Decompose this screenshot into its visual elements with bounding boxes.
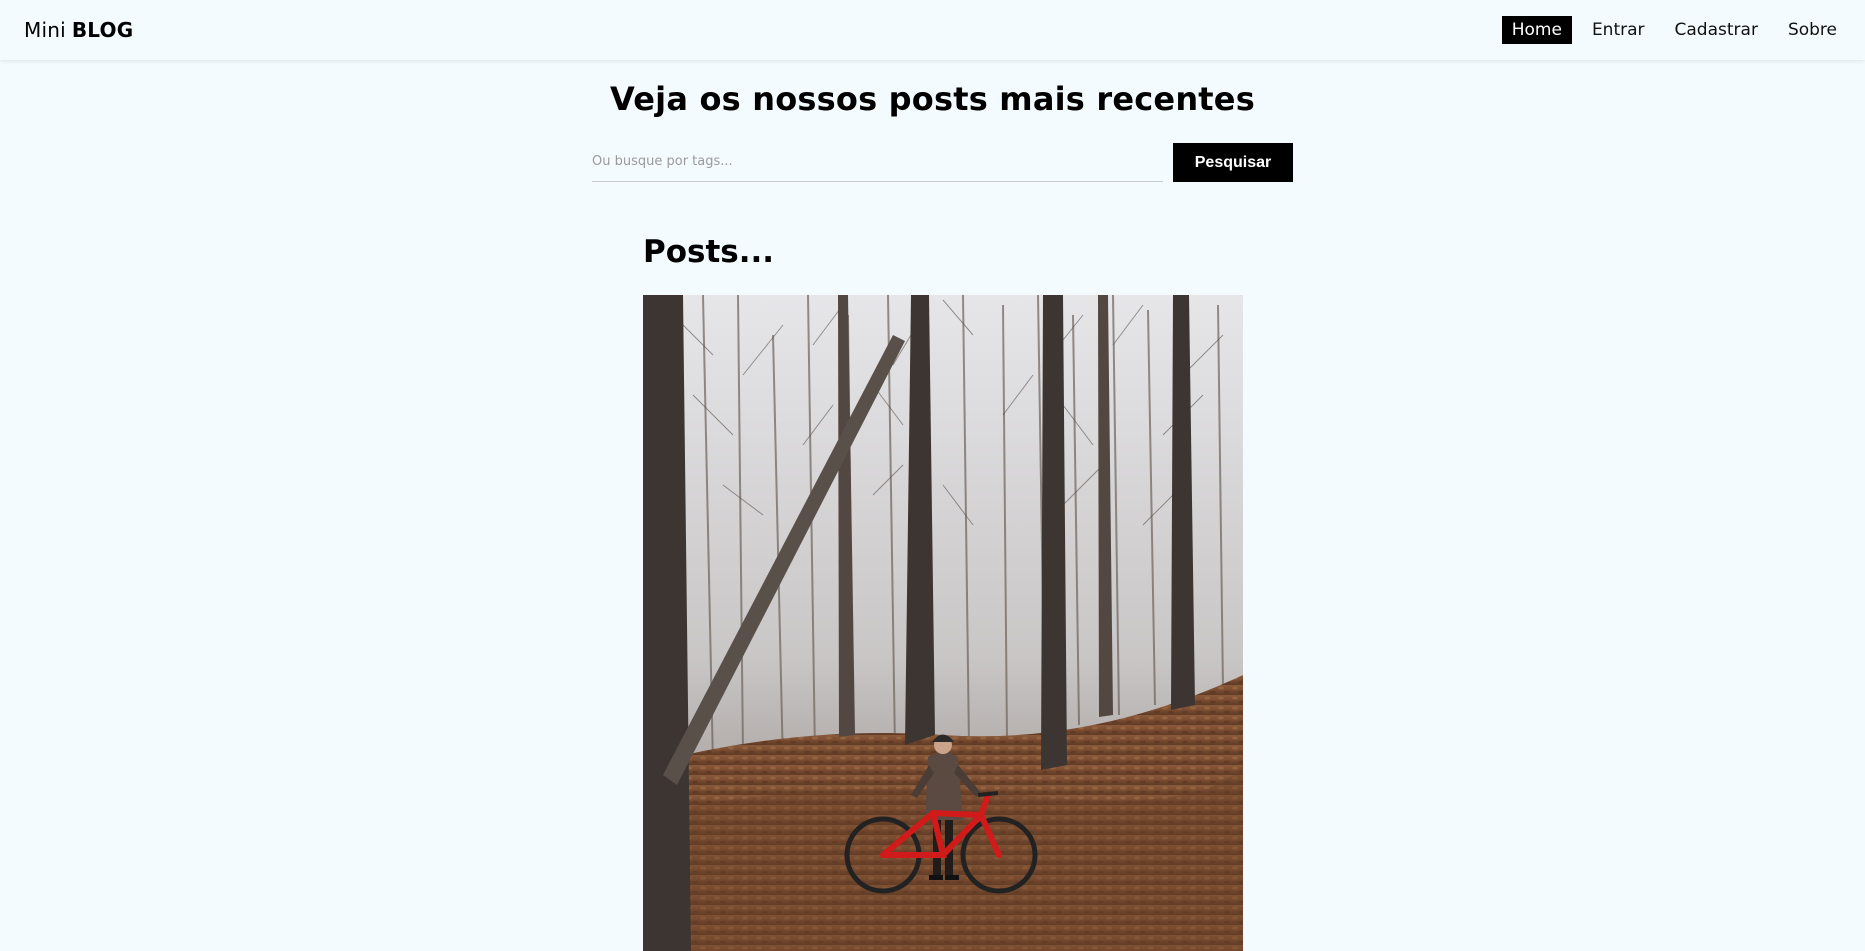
nav-link-cadastrar[interactable]: Cadastrar (1665, 16, 1768, 44)
brand-logo[interactable]: Mini BLOG (24, 18, 133, 42)
navbar: Mini BLOG Home Entrar Cadastrar Sobre (0, 0, 1865, 60)
nav-links: Home Entrar Cadastrar Sobre (1501, 16, 1847, 44)
search-button[interactable]: Pesquisar (1173, 143, 1293, 182)
posts-heading: Posts... (643, 234, 775, 270)
post-image[interactable] (643, 295, 1243, 951)
brand-prefix: Mini (24, 18, 66, 42)
page-title: Veja os nossos posts mais recentes (610, 80, 1255, 118)
forest-cyclist-photo (643, 295, 1243, 951)
nav-link-sobre[interactable]: Sobre (1778, 16, 1847, 44)
nav-link-home[interactable]: Home (1501, 16, 1572, 44)
search-form: Pesquisar (592, 143, 1294, 182)
brand-strong: BLOG (71, 18, 134, 42)
nav-link-entrar[interactable]: Entrar (1582, 16, 1655, 44)
search-input[interactable] (592, 143, 1163, 182)
